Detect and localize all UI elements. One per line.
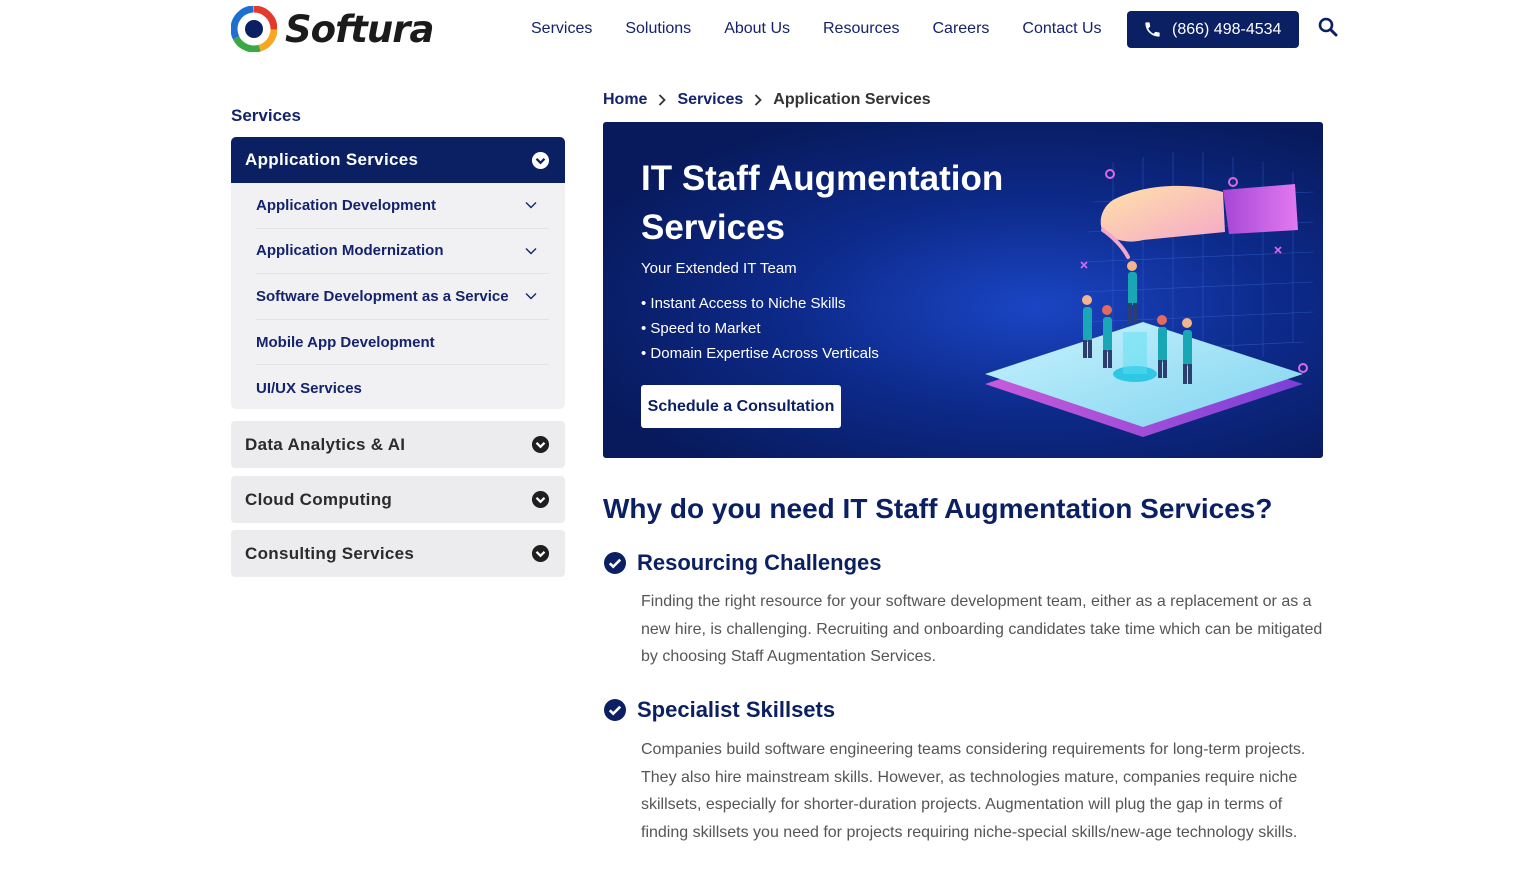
chevron-down-icon[interactable] bbox=[525, 292, 537, 300]
subitem-label: Application Development bbox=[256, 196, 437, 214]
main-nav: Services Solutions About Us Resources Ca… bbox=[531, 18, 1102, 40]
hero-banner: IT Staff Augmentation Services Your Exte… bbox=[603, 122, 1323, 458]
section-specialist-skillsets-heading: Specialist Skillsets bbox=[603, 697, 835, 723]
section-title: Resourcing Challenges bbox=[637, 550, 882, 575]
sidebar-subitem-application-development[interactable]: Application Development bbox=[256, 183, 549, 229]
nav-careers[interactable]: Careers bbox=[932, 18, 989, 40]
check-circle-icon bbox=[604, 552, 626, 574]
search-icon[interactable] bbox=[1318, 17, 1338, 37]
breadcrumb-home[interactable]: Home bbox=[603, 91, 647, 109]
hero-bullet: • Speed to Market bbox=[641, 320, 761, 337]
chevron-down-circle-icon bbox=[531, 490, 550, 509]
hero-subtitle: Your Extended IT Team bbox=[641, 260, 797, 277]
breadcrumb-chevron-icon bbox=[743, 94, 773, 106]
hero-bullet-list: • Instant Access to Niche Skills • Speed… bbox=[641, 294, 879, 369]
sidebar-subitem-software-development-as-a-service[interactable]: Software Development as a Service bbox=[256, 274, 549, 320]
section-title: Specialist Skillsets bbox=[637, 697, 836, 722]
staff-augmentation-illustration bbox=[985, 152, 1314, 437]
chevron-down-circle-icon bbox=[531, 435, 550, 454]
softura-logo-icon bbox=[231, 6, 277, 52]
nav-about-us[interactable]: About Us bbox=[724, 18, 790, 40]
logo-text: Softura bbox=[285, 7, 434, 51]
sidebar-item-application-services[interactable]: Application Services bbox=[231, 137, 565, 183]
subitem-label: UI/UX Services bbox=[256, 379, 362, 397]
subitem-label: Application Modernization bbox=[256, 242, 444, 260]
sidebar-subitem-ui-ux-services[interactable]: UI/UX Services bbox=[256, 365, 549, 411]
breadcrumb-services[interactable]: Services bbox=[677, 91, 743, 109]
schedule-consultation-button[interactable]: Schedule a Consultation bbox=[641, 385, 841, 428]
sidebar-item-label: Data Analytics & AI bbox=[245, 434, 406, 454]
hero-bullet: • Instant Access to Niche Skills bbox=[641, 295, 846, 312]
phone-button[interactable]: (866) 498-4534 bbox=[1127, 11, 1299, 48]
chevron-down-icon[interactable] bbox=[525, 201, 537, 209]
nav-contact-us[interactable]: Contact Us bbox=[1022, 18, 1101, 40]
nav-services[interactable]: Services bbox=[531, 18, 592, 40]
hero-title: IT Staff Augmentation Services bbox=[641, 159, 1004, 247]
phone-number: (866) 498-4534 bbox=[1172, 20, 1282, 38]
sidebar-subitem-application-modernization[interactable]: Application Modernization bbox=[256, 229, 549, 275]
sidebar-item-cloud-computing[interactable]: Cloud Computing bbox=[231, 476, 565, 523]
chevron-down-circle-icon bbox=[531, 151, 550, 169]
breadcrumb-chevron-icon bbox=[647, 94, 677, 106]
subitem-label: Software Development as a Service bbox=[256, 287, 509, 305]
sidebar-submenu: Application Development Application Mode… bbox=[231, 183, 565, 409]
hero-bullet: • Domain Expertise Across Verticals bbox=[641, 345, 879, 362]
chevron-down-icon[interactable] bbox=[525, 247, 537, 255]
section-body: Companies build software engineering tea… bbox=[641, 741, 1306, 841]
sidebar-item-consulting-services[interactable]: Consulting Services bbox=[231, 530, 565, 577]
breadcrumb-current: Application Services bbox=[773, 91, 931, 108]
sidebar-item-data-analytics-ai[interactable]: Data Analytics & AI bbox=[231, 421, 565, 468]
phone-icon bbox=[1145, 22, 1160, 37]
sidebar-title: Services bbox=[231, 106, 301, 125]
sidebar-item-label: Cloud Computing bbox=[245, 489, 393, 509]
section-resourcing-challenges-heading: Resourcing Challenges bbox=[603, 550, 882, 576]
chevron-down-circle-icon bbox=[531, 544, 550, 563]
sidebar-item-label: Consulting Services bbox=[245, 543, 415, 563]
sidebar-item-label: Application Services bbox=[245, 150, 419, 169]
section-body: Finding the right resource for your soft… bbox=[641, 593, 1323, 666]
nav-resources[interactable]: Resources bbox=[823, 18, 899, 40]
section-heading: Why do you need IT Staff Augmentation Se… bbox=[603, 493, 1273, 524]
logo[interactable]: Softura bbox=[231, 6, 434, 52]
check-circle-icon bbox=[604, 699, 626, 721]
subitem-label: Mobile App Development bbox=[256, 333, 435, 351]
nav-solutions[interactable]: Solutions bbox=[625, 18, 691, 40]
sidebar-subitem-mobile-app-development[interactable]: Mobile App Development bbox=[256, 320, 549, 366]
breadcrumb: Home Services Application Services bbox=[603, 89, 931, 111]
